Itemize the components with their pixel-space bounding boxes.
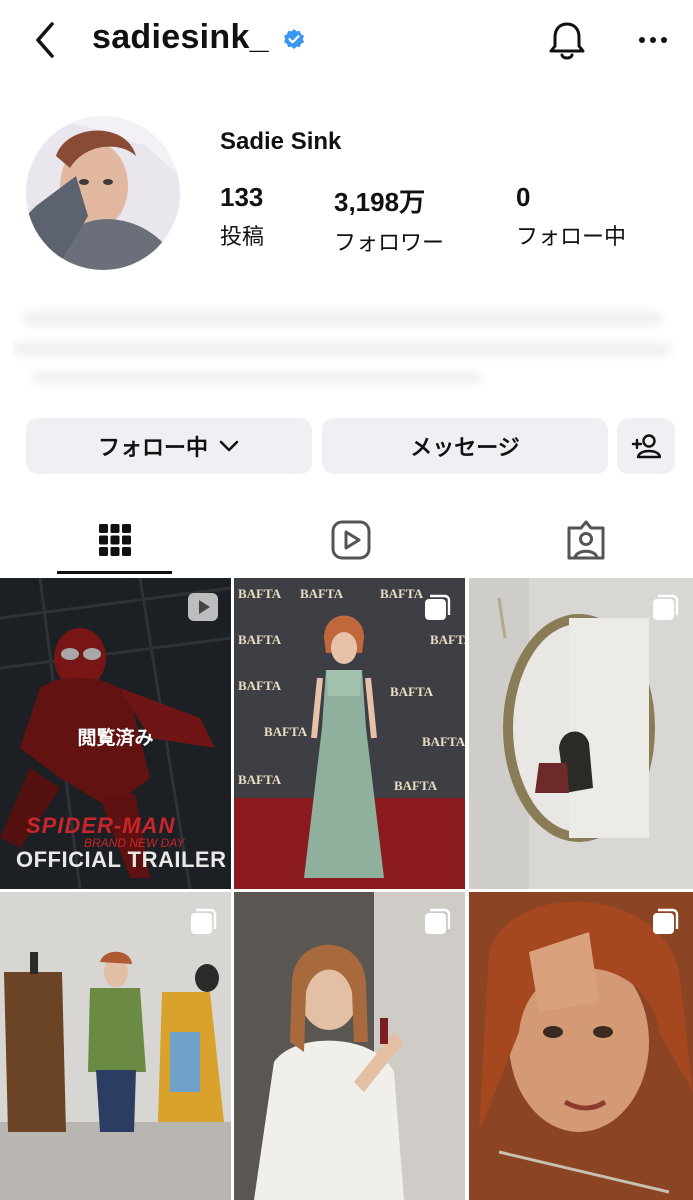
grid-icon: [98, 524, 131, 556]
profile-avatar[interactable]: [26, 116, 180, 270]
profile-username: sadiesink_: [92, 18, 269, 56]
bafta-logo-text: BAFTA: [430, 632, 465, 647]
bafta-logo-text: BAFTA: [238, 678, 282, 693]
message-button[interactable]: メッセージ: [322, 418, 608, 474]
back-button[interactable]: [28, 20, 64, 60]
following-button-label: フォロー中: [97, 435, 208, 460]
stat-posts[interactable]: 133 投稿: [220, 182, 264, 251]
add-person-icon: [631, 434, 661, 459]
more-options-button[interactable]: [634, 26, 674, 54]
carousel-icon: [423, 594, 451, 622]
bafta-logo-text: BAFTA: [390, 684, 434, 699]
stat-posts-count: 133: [220, 182, 264, 212]
display-name: Sadie Sink: [220, 128, 342, 155]
tab-tagged[interactable]: [528, 508, 643, 572]
tab-reels[interactable]: [293, 508, 408, 572]
chevron-down-icon: [219, 440, 239, 452]
stat-posts-label: 投稿: [220, 224, 265, 249]
ellipsis-icon: [639, 37, 667, 43]
stat-followers-count: 3,198万: [334, 187, 426, 217]
post-thumbnail[interactable]: BAFTA BAFTA BAFTA BAFTA BAFTA BAFTA BAFT…: [234, 578, 465, 889]
trailer-caption: OFFICIAL TRAILER: [16, 847, 227, 872]
seen-label: 閲覧済み: [77, 728, 154, 749]
stat-following-label: フォロー中: [516, 224, 627, 249]
message-button-label: メッセージ: [410, 435, 520, 460]
stat-followers-label: フォロワー: [334, 230, 445, 255]
stat-following[interactable]: 0 フォロー中: [516, 182, 626, 251]
notifications-button[interactable]: [546, 18, 588, 62]
stat-followers[interactable]: 3,198万 フォロワー: [334, 182, 444, 257]
stat-following-count: 0: [516, 182, 531, 212]
post-thumbnail[interactable]: [0, 892, 231, 1200]
carousel-icon: [189, 908, 217, 936]
bell-icon: [549, 22, 585, 60]
carousel-icon: [423, 908, 451, 936]
bafta-logo-text: BAFTA: [238, 586, 282, 601]
tagged-icon: [567, 520, 604, 560]
carousel-icon: [651, 908, 679, 936]
bio-redacted: [12, 300, 682, 396]
tab-posts[interactable]: [57, 508, 172, 572]
bafta-logo-text: BAFTA: [300, 586, 344, 601]
chevron-left-icon: [36, 22, 54, 58]
post-thumbnail[interactable]: [234, 892, 465, 1200]
bafta-logo-text: BAFTA: [380, 586, 424, 601]
verified-badge-icon: [282, 28, 306, 52]
suggest-people-button[interactable]: [617, 418, 675, 474]
video-icon: [187, 592, 219, 622]
carousel-icon: [651, 594, 679, 622]
bafta-logo-text: BAFTA: [264, 724, 308, 739]
active-tab-indicator: [57, 571, 172, 574]
reels-icon: [331, 520, 370, 560]
post-thumbnail[interactable]: [469, 578, 693, 889]
bafta-logo-text: BAFTA: [422, 734, 465, 749]
bafta-logo-text: BAFTA: [238, 632, 282, 647]
following-button[interactable]: フォロー中: [26, 418, 312, 474]
bafta-logo-text: BAFTA: [394, 778, 438, 793]
post-thumbnail[interactable]: [469, 892, 693, 1200]
post-thumbnail[interactable]: 閲覧済み SPIDER-MAN BRAND NEW DAY OFFICIAL T…: [0, 578, 231, 889]
bafta-logo-text: BAFTA: [238, 772, 282, 787]
top-bar: sadiesink_: [0, 0, 693, 84]
